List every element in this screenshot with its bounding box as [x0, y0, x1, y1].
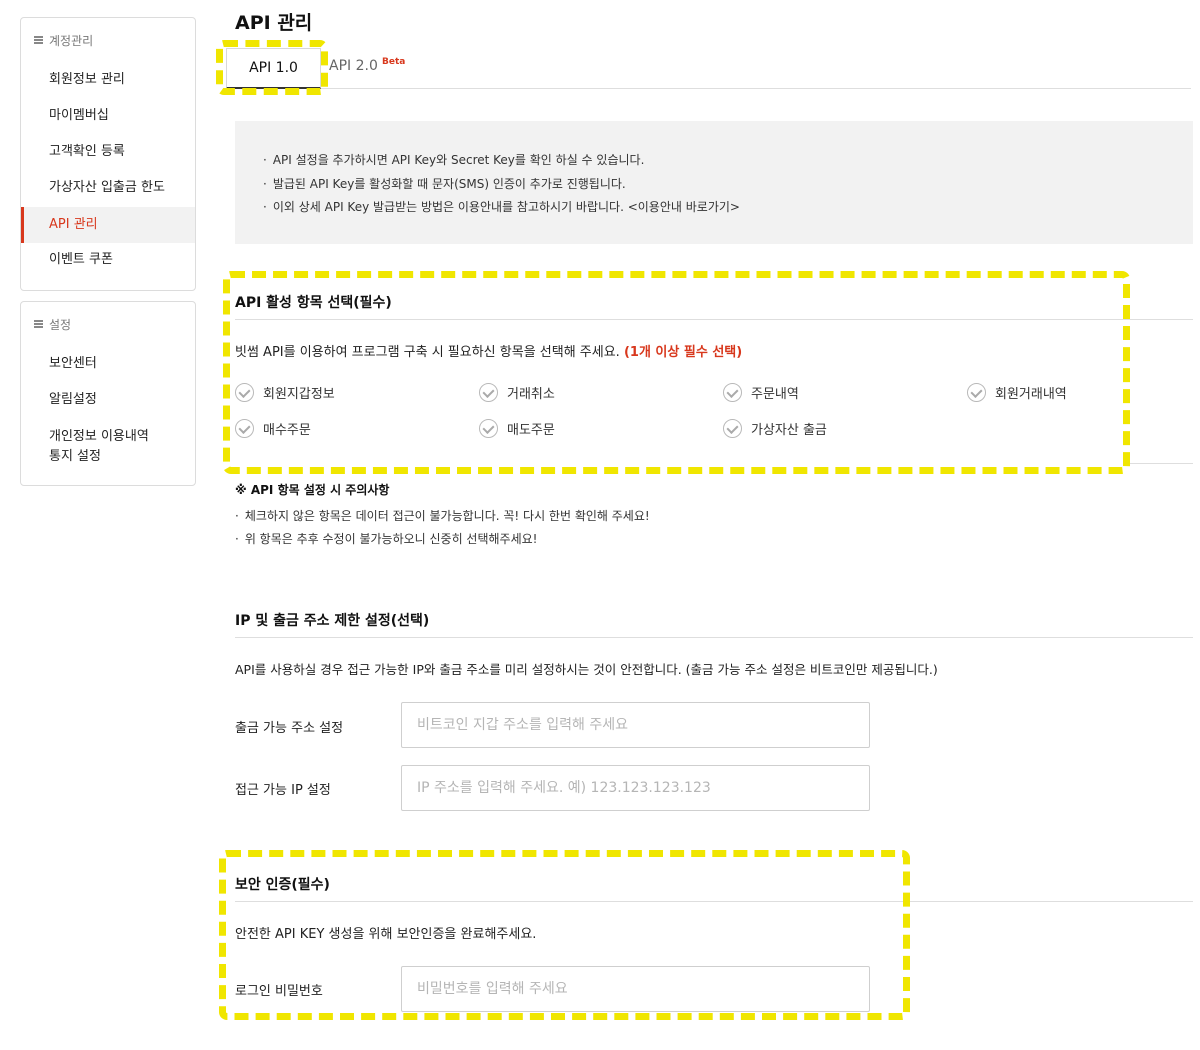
divider — [235, 637, 1193, 638]
caution-item: 체크하지 않은 항목은 데이터 접근이 불가능합니다. 꼭! 다시 한번 확인해… — [235, 507, 650, 524]
allowed-ip-label: 접근 가능 IP 설정 — [235, 783, 331, 798]
beta-badge: Beta — [382, 57, 406, 67]
sidebar-item-member-info[interactable]: 회원정보 관리 — [21, 71, 195, 89]
checkbox-buy-order[interactable]: 매수주문 — [235, 419, 311, 438]
api-scope-title: API 활성 항목 선택(필수) — [235, 295, 392, 311]
checkbox-withdraw[interactable]: 가상자산 출금 — [723, 419, 827, 438]
sidebar-item-security-center[interactable]: 보안센터 — [21, 355, 195, 373]
security-desc: 안전한 API KEY 생성을 위해 보안인증을 완료해주세요. — [235, 927, 537, 942]
notice-box: API 설정을 추가하시면 API Key와 Secret Key를 확인 하실… — [235, 121, 1193, 244]
ip-section-title: IP 및 출금 주소 제한 설정(선택) — [235, 613, 430, 629]
login-password-input[interactable] — [401, 966, 870, 1012]
withdraw-address-label: 출금 가능 주소 설정 — [235, 721, 344, 736]
check-circle-icon — [235, 419, 254, 438]
page-title: API 관리 — [235, 12, 313, 34]
checkbox-sell-order[interactable]: 매도주문 — [479, 419, 555, 438]
notice-item: API 설정을 추가하시면 API Key와 Secret Key를 확인 하실… — [263, 149, 1193, 173]
sidebar-account-header: 계정관리 — [21, 18, 195, 48]
divider — [235, 319, 1193, 320]
withdraw-address-input[interactable] — [401, 702, 870, 748]
checkbox-order-history[interactable]: 주문내역 — [723, 383, 799, 402]
checkbox-member-trades[interactable]: 회원거래내역 — [967, 383, 1067, 402]
caution-item: 위 항목은 추후 수정이 불가능하오니 신중히 선택해주세요! — [235, 530, 538, 547]
check-circle-icon — [235, 383, 254, 402]
tab-api-1[interactable]: API 1.0 — [226, 48, 321, 89]
sidebar-item-kyc[interactable]: 고객확인 등록 — [21, 143, 195, 161]
tab-api-2[interactable]: API 2.0 — [329, 58, 378, 74]
check-circle-icon — [479, 419, 498, 438]
check-circle-icon — [967, 383, 986, 402]
divider — [1128, 463, 1193, 464]
check-circle-icon — [479, 383, 498, 402]
sidebar-item-privacy-notice[interactable]: 개인정보 이용내역 통지 설정 — [21, 427, 195, 467]
sidebar-account-panel: 계정관리 회원정보 관리 마이멤버십 고객확인 등록 가상자산 입출금 한도 A… — [20, 17, 196, 291]
check-circle-icon — [723, 419, 742, 438]
sidebar-item-coupon[interactable]: 이벤트 쿠폰 — [21, 251, 195, 269]
divider — [235, 901, 1193, 902]
notice-item-guide-link[interactable]: 이외 상세 API Key 발급받는 방법은 이용안내를 참고하시기 바랍니다.… — [263, 196, 1193, 220]
checkbox-cancel-trade[interactable]: 거래취소 — [479, 383, 555, 402]
sidebar-settings-header: 설정 — [21, 302, 195, 332]
check-circle-icon — [723, 383, 742, 402]
allowed-ip-input[interactable] — [401, 765, 870, 811]
caution-title: ※ API 항목 설정 시 주의사항 — [235, 483, 390, 497]
sidebar-item-notifications[interactable]: 알림설정 — [21, 391, 195, 409]
menu-lines-icon — [34, 36, 43, 44]
menu-lines-icon — [34, 320, 43, 328]
sidebar-item-limits[interactable]: 가상자산 입출금 한도 — [21, 179, 195, 197]
login-password-label: 로그인 비밀번호 — [235, 984, 323, 999]
checkbox-wallet-info[interactable]: 회원지갑정보 — [235, 383, 335, 402]
required-note: (1개 이상 필수 선택) — [623, 345, 743, 360]
sidebar-item-api[interactable]: API 관리 — [21, 207, 195, 243]
security-title: 보안 인증(필수) — [235, 877, 330, 893]
notice-item: 발급된 API Key를 활성화할 때 문자(SMS) 인증이 추가로 진행됩니… — [263, 173, 1193, 197]
ip-section-desc: API를 사용하실 경우 접근 가능한 IP와 출금 주소를 미리 설정하시는 … — [235, 662, 938, 677]
sidebar-settings-panel: 설정 보안센터 알림설정 개인정보 이용내역 통지 설정 — [20, 301, 196, 486]
sidebar-item-membership[interactable]: 마이멤버십 — [21, 107, 195, 125]
tab-divider — [321, 88, 1191, 89]
api-scope-desc: 빗썸 API를 이용하여 프로그램 구축 시 필요하신 항목을 선택해 주세요.… — [235, 345, 743, 360]
